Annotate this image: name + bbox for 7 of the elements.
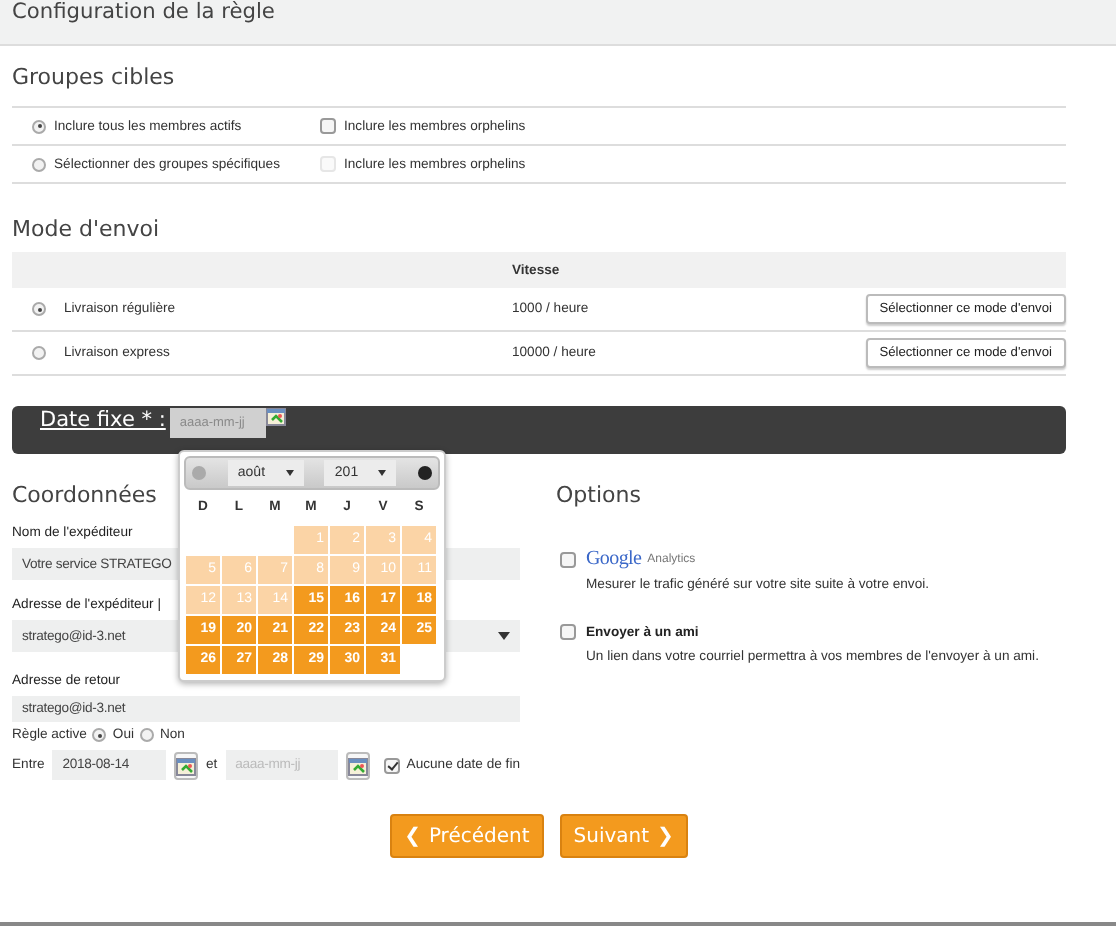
brand-name: Google bbox=[586, 548, 642, 570]
section-title: Mode d'envoi bbox=[12, 216, 160, 242]
section-title: Coordonnées bbox=[12, 482, 157, 508]
page-title: Configuration de la règle bbox=[12, 0, 275, 24]
section-title: Groupes cibles bbox=[12, 64, 175, 90]
section-title: Options bbox=[556, 482, 641, 508]
date-label: Date fixe * : bbox=[40, 408, 166, 432]
